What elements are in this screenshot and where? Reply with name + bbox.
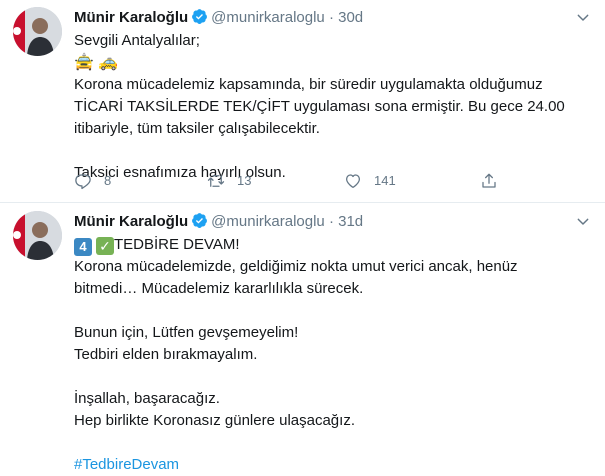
check-mark-emoji: ✓: [96, 237, 114, 255]
author-handle[interactable]: @munirkaraloglu: [211, 213, 325, 230]
avatar[interactable]: [13, 7, 62, 56]
heart-icon: [345, 174, 361, 189]
tweet-text: Sevgili Antalyalılar; 🚖 🚕 Korona mücadel…: [74, 30, 589, 184]
avatar-photo-icon: [13, 211, 62, 260]
chevron-down-icon[interactable]: [575, 10, 591, 26]
text-line: Hep birlikte Koronasız günlere ulaşacağı…: [74, 412, 355, 429]
timestamp[interactable]: 30d: [338, 9, 363, 26]
text-line: Bunun için, Lütfen gevşemeyelim!: [74, 324, 299, 341]
timestamp[interactable]: 31d: [338, 213, 363, 230]
avatar-photo-icon: [13, 7, 62, 56]
tweet-text: 4 ✓ TEDBİRE DEVAM! Korona mücadelemizde, g…: [74, 234, 589, 476]
text-line: TİCARİ TAKSİLERDE TEK/ÇİFT uygulaması so…: [74, 98, 565, 115]
avatar[interactable]: [13, 211, 62, 260]
author-handle[interactable]: @munirkaraloglu: [211, 9, 325, 26]
separator-dot: ·: [328, 213, 334, 230]
retweet-button[interactable]: 13: [207, 172, 251, 190]
text-line: İnşallah, başaracağız.: [74, 390, 220, 407]
text-line: Sevgili Antalyalılar;: [74, 32, 200, 49]
tweet-header: Münir Karaloğlu @munirkaraloglu · 30d: [74, 8, 363, 28]
like-button[interactable]: 141: [344, 172, 396, 190]
verified-badge-icon: [191, 212, 208, 229]
author-name[interactable]: Münir Karaloğlu: [74, 213, 188, 230]
text-line: bitmedi… Mücadelemiz kararlılıkla sürece…: [74, 280, 364, 297]
text-line: Korona mücadelemiz kapsamında, bir süred…: [74, 76, 543, 93]
retweet-icon: [207, 175, 225, 187]
tweet-1[interactable]: Münir Karaloğlu @munirkaraloglu · 30d Sev…: [0, 0, 605, 202]
share-icon: [482, 173, 496, 188]
text-line: 4 ✓ TEDBİRE DEVAM!: [74, 234, 589, 256]
tweet-actions: 8 13 141: [74, 172, 589, 192]
separator-dot: ·: [328, 9, 334, 26]
taxi-emojis: 🚖 🚕: [74, 52, 589, 74]
keycap-four-emoji: 4: [74, 238, 92, 256]
headline-text: TEDBİRE DEVAM!: [114, 236, 240, 253]
text-line: Korona mücadelemizde, geldiğimiz nokta u…: [74, 258, 518, 275]
reply-button[interactable]: 8: [74, 172, 111, 190]
text-line: Tedbiri elden bırakmayalım.: [74, 346, 258, 363]
like-count: 141: [374, 173, 396, 188]
share-button[interactable]: [480, 172, 498, 190]
chevron-down-icon[interactable]: [575, 214, 591, 230]
text-line: itibariyle, tüm taksiler çalışabilecekti…: [74, 120, 320, 137]
taxi-emoji: 🚖 🚕: [74, 54, 119, 71]
retweet-count: 13: [237, 173, 252, 188]
hashtag-link[interactable]: #TedbireDevam: [74, 456, 179, 473]
verified-badge-icon: [191, 8, 208, 25]
reply-count: 8: [104, 173, 112, 188]
author-name[interactable]: Münir Karaloğlu: [74, 9, 188, 26]
tweet-header: Münir Karaloğlu @munirkaraloglu · 31d: [74, 212, 363, 232]
hashtag-line: #TedbireDevam: [74, 454, 589, 476]
reply-icon: [75, 174, 91, 190]
tweet-2[interactable]: Münir Karaloğlu @munirkaraloglu · 31d 4 ✓ T…: [0, 203, 605, 473]
